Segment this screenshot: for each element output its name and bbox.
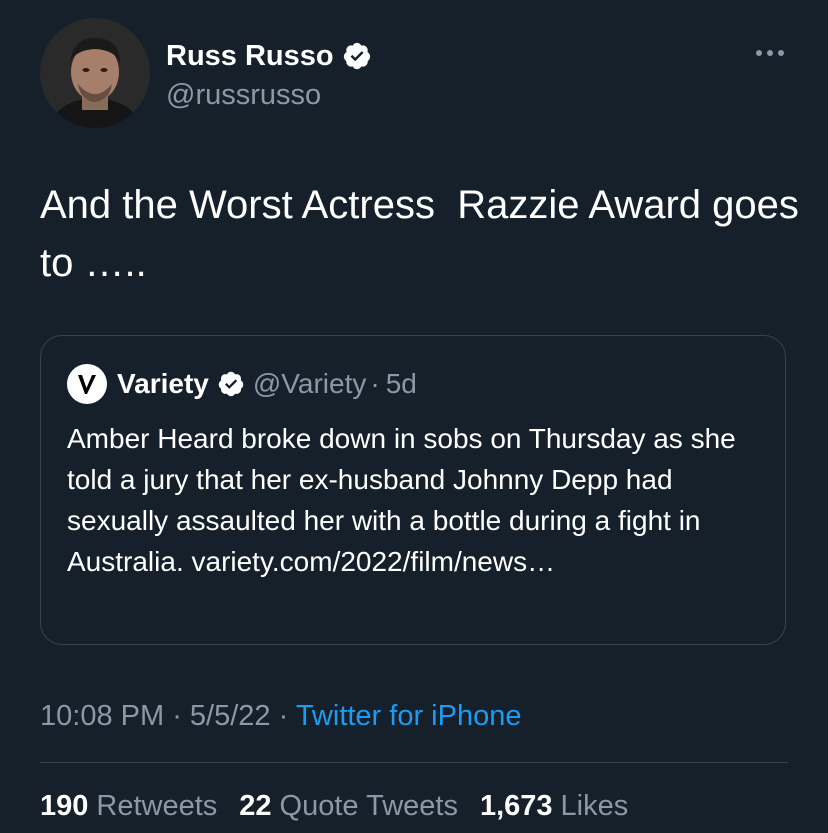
meta-separator-2: · <box>270 700 296 732</box>
quote-tweets-stat[interactable]: 22 Quote Tweets <box>239 786 458 826</box>
author-name-text: Russ Russo <box>166 40 334 72</box>
quoted-verified-badge-icon <box>218 371 244 397</box>
likes-count: 1,673 <box>479 790 553 822</box>
quoted-tweet-text: Amber Heard broke down in sobs on Thursd… <box>67 423 736 577</box>
tweet-time: 10:08 PM <box>40 700 165 732</box>
likes-label: Likes <box>560 790 629 822</box>
quoted-handle: @Variety <box>252 368 367 399</box>
verified-badge-icon <box>343 42 370 70</box>
quoted-timestamp: 5d <box>385 368 417 399</box>
tweet-stats: 190 Retweets 22 Quote Tweets 1,673 Likes <box>40 786 650 826</box>
tweet-text: And the Worst Actress Razzie Award goes … <box>40 183 811 285</box>
variety-logo-avatar[interactable] <box>67 364 107 404</box>
quote-tweets-label: Quote Tweets <box>279 790 458 822</box>
meta-separator-1: · <box>164 700 190 732</box>
author-handle[interactable]: @russrusso <box>166 78 321 112</box>
tweet-metadata: 10:08 PM · 5/5/22 · Twitter for iPhone <box>40 696 521 736</box>
quoted-tweet-card[interactable]: Variety @Variety · 5d Amber Heard broke … <box>40 335 786 645</box>
retweets-count: 190 <box>40 790 89 822</box>
quoted-tweet-header: Variety @Variety · 5d <box>67 364 417 404</box>
author-avatar[interactable] <box>40 18 150 128</box>
quoted-separator: · <box>370 368 380 399</box>
quote-tweets-count: 22 <box>239 790 272 822</box>
variety-logo-icon <box>78 375 96 394</box>
retweets-label: Retweets <box>96 790 218 822</box>
divider <box>40 762 788 763</box>
more-options-button[interactable] <box>752 40 788 66</box>
tweet-date: 5/5/22 <box>189 700 271 732</box>
tweet-source-link[interactable]: Twitter for iPhone <box>296 700 522 732</box>
quoted-display-name: Variety <box>117 368 209 399</box>
likes-stat[interactable]: 1,673 Likes <box>480 786 628 826</box>
retweets-stat[interactable]: 190 Retweets <box>40 786 217 826</box>
author-display-name[interactable]: Russ Russo <box>166 40 372 72</box>
more-options-icon <box>756 50 784 56</box>
